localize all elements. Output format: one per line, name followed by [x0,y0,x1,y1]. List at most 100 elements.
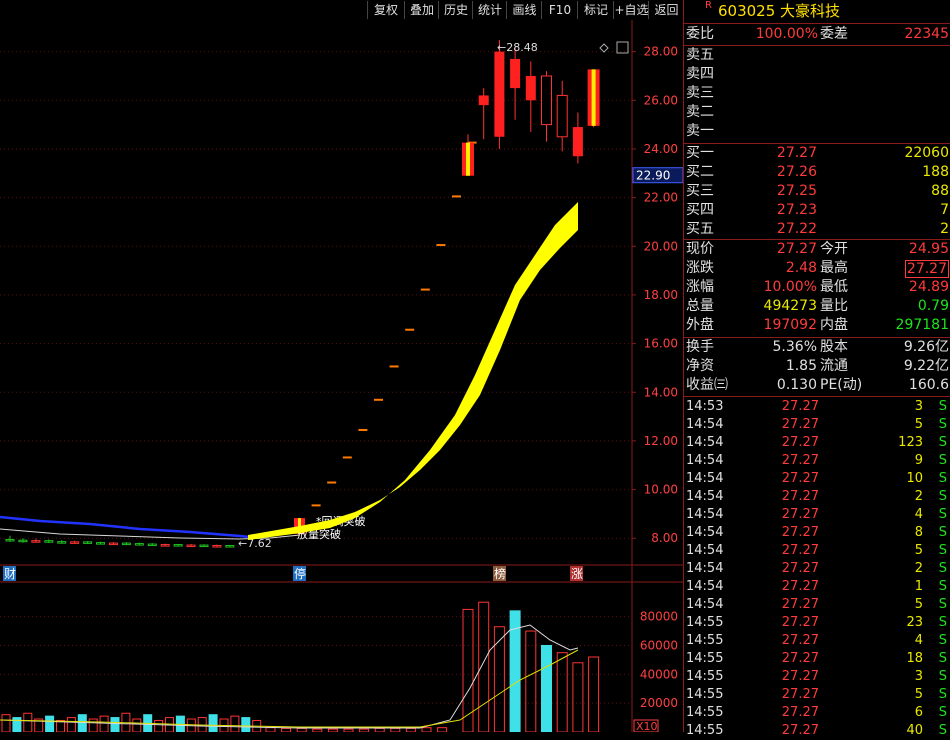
tick-row: 14:54 27.27 5 S [684,542,950,560]
bid-row: 买四 27.23 7 [684,201,950,220]
quote-value-jinkai: 24.95 [908,241,949,257]
price-tick-label: 24.00 [644,142,678,156]
candle-body [494,51,505,137]
volume-bar [1,714,11,733]
price-tick-label: 18.00 [644,288,678,302]
event-marker-3: 涨 [571,566,583,581]
quote-label-zhangfu: 涨幅 [686,279,714,295]
candle-body [556,94,568,138]
toolbar-button-4[interactable]: 画线 [506,1,542,19]
ask-label: 卖四 [686,66,714,82]
volume-bar [556,652,568,733]
tick-side: S [938,579,947,594]
chart-toolbar: 复权 叠加 历史 统计 画线 F10 标记 +自选 返回 [0,0,683,20]
volume-tick-label: 80000 [640,610,678,624]
ask-label: 卖一 [686,123,714,139]
tick-time: 14:54 [686,597,724,612]
tick-time: 14:54 [686,579,724,594]
tick-side: S [938,597,947,612]
tick-time: 14:54 [686,489,724,504]
tick-volume: 123 [898,435,923,450]
tick-price: 27.27 [781,669,819,684]
quote-value-waipan: 197092 [763,317,817,333]
price-tick-label: 14.00 [644,385,678,399]
toolbar-button-8[interactable]: 返回 [648,1,684,19]
tick-price: 27.27 [781,561,819,576]
weicha-value: 22345 [904,26,949,42]
ask-label: 卖三 [686,85,714,101]
volume-bar [12,717,22,733]
tick-row: 14:53 27.27 3 S [684,398,950,416]
tick-row: 14:54 27.27 9 S [684,452,950,470]
volume-bar [390,727,401,733]
tick-row: 14:54 27.27 1 S [684,578,950,596]
volume-unit-label: X10 [636,720,658,732]
quote-row: 涨幅 10.00% 最低 24.89 [684,278,950,297]
tick-price: 27.27 [781,507,819,522]
tick-price: 27.27 [781,597,819,612]
volume-bar [208,714,218,733]
tick-volume: 4 [914,507,923,522]
tick-price: 27.27 [781,705,819,720]
tick-volume: 5 [914,417,923,432]
volume-bar [88,718,98,733]
tick-side: S [938,399,947,414]
toolbar-button-0[interactable]: 复权 [367,1,404,19]
tick-row: 14:55 27.27 4 S [684,632,950,650]
candle-body [510,58,521,89]
bid-volume: 22060 [904,145,949,161]
tick-row: 14:54 27.27 5 S [684,416,950,434]
candle-body-center [591,69,596,126]
tick-side: S [938,525,947,540]
price-tick-label: 12.00 [644,434,678,448]
volume-tick-label: 60000 [640,638,678,652]
finance-value-guben: 9.26亿 [903,339,949,355]
tick-side: S [938,453,947,468]
volume-bar [77,714,87,733]
volume-bar [525,630,537,733]
tick-price: 27.27 [781,399,819,414]
bid-label: 买四 [686,202,714,218]
volume-bar [99,715,109,733]
price-tick-label: 28.00 [644,45,678,59]
bid-label: 买五 [686,221,714,237]
candle-body [478,95,489,106]
ask-row: 卖二 [684,103,950,122]
volume-bar [478,601,490,733]
quote-value-zuigao: 27.27 [904,260,949,278]
toolbar-button-2[interactable]: 历史 [438,1,473,19]
quote-label-liangbi: 量比 [820,298,848,314]
tick-side: S [938,669,947,684]
price-tick-label: 22.00 [644,191,678,205]
toolbar-button-7[interactable]: +自选 [613,1,649,19]
volume-bar [421,727,432,733]
toolbar-button-6[interactable]: 标记 [577,1,614,19]
volume-tick-label: 40000 [640,667,678,681]
tick-time: 14:54 [686,525,724,540]
weibi-label: 委比 [686,26,714,42]
kline-chart[interactable]: 8.00 10.00 12.00 14.00 16.00 18.00 20.00 22.00 2… [0,20,684,733]
toolbar-button-5[interactable]: F10 [541,1,578,19]
tick-volume: 23 [906,615,923,630]
weibi-row: 委比 100.00% 委差 22345 [684,25,950,44]
finance-label-jingzi: 净资 [686,358,714,374]
kline-svg[interactable]: 8.00 10.00 12.00 14.00 16.00 18.00 20.00 22.00 2… [0,20,684,733]
finance-label-huanshou: 换手 [686,339,714,355]
candle-body [541,75,552,126]
quote-row: 外盘 197092 内盘 297181 [684,316,950,335]
tick-volume: 10 [906,471,923,486]
ask-row: 卖三 [684,84,950,103]
quote-label-zhangdie: 涨跌 [686,260,714,276]
tick-volume: 1 [914,579,923,594]
tick-volume: 5 [914,543,923,558]
toolbar-button-1[interactable]: 叠加 [404,1,439,19]
toolbar-button-3[interactable]: 统计 [472,1,507,19]
tick-side: S [938,471,947,486]
volume-bar [541,644,552,733]
ask-row: 卖五 [684,46,950,65]
volume-bar [281,727,292,733]
tick-row: 14:54 27.27 2 S [684,560,950,578]
tick-price: 27.27 [781,417,819,432]
tick-volume: 3 [914,669,923,684]
weicha-label: 委差 [820,26,848,42]
